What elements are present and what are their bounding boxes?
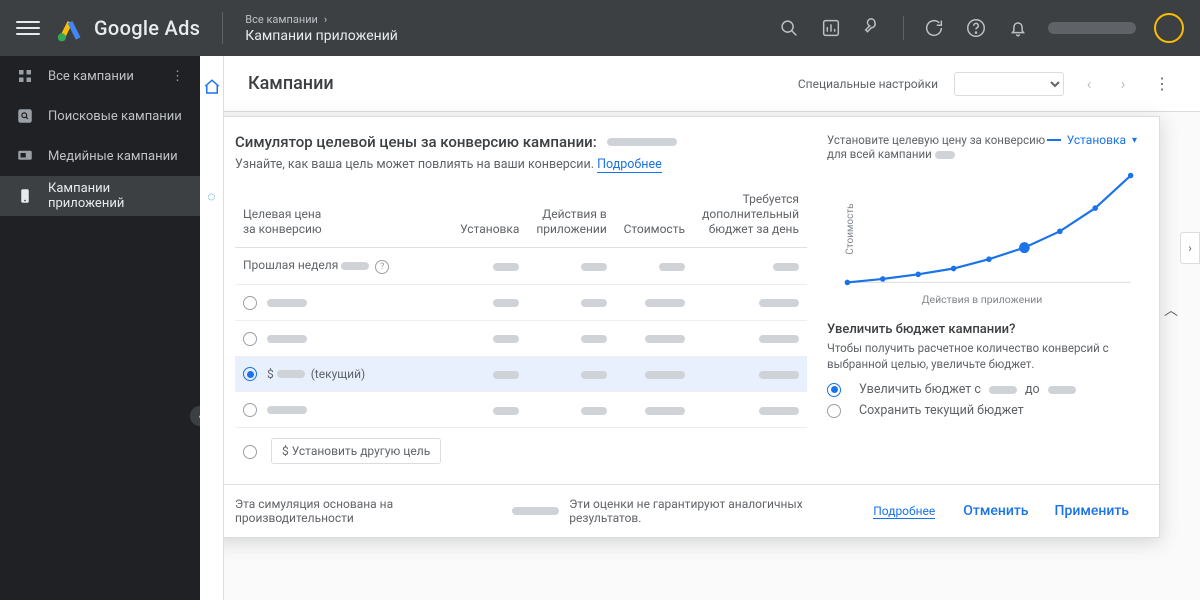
breadcrumb-all[interactable]: Все кампании [245, 13, 318, 26]
table-row-custom[interactable]: $ Установить другую цель [235, 428, 807, 475]
footer-text-1: Эта симуляция основана на производительн… [235, 497, 502, 525]
budget-option-increase[interactable]: Увеличить бюджет с до [827, 382, 1137, 397]
table-row[interactable] [235, 392, 807, 428]
home-icon[interactable] [203, 78, 221, 100]
chevron-down-icon: ▾ [1132, 135, 1137, 146]
table-row[interactable] [235, 285, 807, 321]
budget-question: Увеличить бюджет кампании? [827, 322, 1137, 337]
prev-button[interactable]: ‹ [1080, 75, 1098, 93]
grid-icon [16, 67, 34, 85]
sidebar-item-app[interactable]: Кампании приложений [0, 176, 200, 216]
dialog-subtitle: Узнайте, как ваша цель может повлиять на… [235, 157, 807, 172]
radio[interactable] [243, 296, 257, 310]
more-icon[interactable]: ⋮ [171, 69, 184, 84]
brand: Google Ads [94, 16, 200, 40]
radio[interactable] [243, 367, 257, 381]
simulator-table: Целевая ценаза конверсию Установка Дейст… [235, 186, 807, 474]
chevron-right-icon: › [324, 13, 327, 26]
subnav-strip: ◌ [200, 56, 224, 600]
radio[interactable] [827, 404, 841, 418]
chart-title: Установите целевую цену за конверсию для… [827, 133, 1047, 161]
set-other-button[interactable]: $ Установить другую цель [271, 438, 441, 464]
footer-learn-more[interactable]: Подробнее [873, 504, 935, 519]
chart: Стоимость [841, 169, 1137, 289]
learn-more-link[interactable]: Подробнее [597, 157, 662, 173]
breadcrumb[interactable]: Все кампании › Кампании приложений [245, 13, 398, 44]
col-install: Установка [451, 186, 527, 248]
menu-button[interactable] [16, 16, 40, 40]
more-menu[interactable]: ⋮ [1148, 74, 1176, 93]
top-bar: Google Ads Все кампании › Кампании прилож… [0, 0, 1200, 56]
cancel-button[interactable]: Отменить [955, 499, 1036, 523]
search-icon[interactable] [777, 16, 801, 40]
footer-text-2: Эти оценки не гарантируют аналогичных ре… [569, 497, 863, 525]
table-row[interactable] [235, 320, 807, 356]
search-square-icon [16, 107, 34, 125]
page-header: Кампании Специальные настройки ‹ › ⋮ [224, 56, 1200, 112]
notifications-icon[interactable] [1006, 16, 1030, 40]
expand-panel-button[interactable]: › [1180, 232, 1200, 264]
special-select[interactable] [954, 72, 1064, 96]
sidebar: Все кампании ⋮ Поисковые кампании Медийн… [0, 56, 200, 600]
simulator-dialog: Симулятор целевой цены за конверсию камп… [212, 116, 1160, 538]
avatar[interactable] [1154, 13, 1184, 43]
col-inapp: Действия вприложении [527, 186, 614, 248]
divider [903, 16, 904, 40]
budget-help: Чтобы получить расчетное количество конв… [827, 341, 1137, 372]
table-row-past: Прошлая неделя ? [235, 248, 807, 285]
page-title: Кампании [248, 73, 334, 94]
sidebar-item-search[interactable]: Поисковые кампании [0, 96, 200, 136]
special-label: Специальные настройки [798, 77, 938, 91]
col-target: Целевая ценаза конверсию [235, 186, 451, 248]
sidebar-item-display[interactable]: Медийные кампании [0, 136, 200, 176]
account-name[interactable] [1048, 22, 1136, 34]
dialog-footer: Эта симуляция основана на производительн… [213, 484, 1159, 537]
radio[interactable] [827, 383, 841, 397]
divider [222, 12, 223, 44]
table-row-current[interactable]: $ (tекущий) [235, 356, 807, 392]
subnav-indicator: ◌ [207, 188, 215, 205]
chart-xlabel: Действия в приложении [827, 293, 1137, 306]
refresh-icon[interactable] [922, 16, 946, 40]
help-icon[interactable] [964, 16, 988, 40]
col-cost: Стоимость [615, 186, 693, 248]
breadcrumb-current: Кампании приложений [245, 28, 398, 44]
tools-icon[interactable] [861, 16, 885, 40]
chart-legend[interactable]: Установка ▾ [1047, 133, 1137, 147]
radio[interactable] [243, 445, 257, 459]
app-icon [16, 187, 34, 205]
col-budget: Требуетсядополнительныйбюджет за день [693, 186, 807, 248]
sidebar-item-label: Кампании приложений [48, 181, 184, 211]
reports-icon[interactable] [819, 16, 843, 40]
radio[interactable] [243, 403, 257, 417]
radio[interactable] [243, 332, 257, 346]
chart-ylabel: Стоимость [845, 203, 856, 254]
display-icon [16, 147, 34, 165]
budget-option-keep[interactable]: Сохранить текущий бюджет [827, 403, 1137, 418]
dialog-title: Симулятор целевой цены за конверсию камп… [235, 133, 807, 151]
sidebar-item-label: Все кампании [48, 69, 134, 84]
sidebar-item-all[interactable]: Все кампании ⋮ [0, 56, 200, 96]
google-ads-logo [56, 14, 84, 42]
collapse-icon[interactable]: ︿ [1164, 300, 1178, 320]
next-button[interactable]: › [1114, 75, 1132, 93]
sidebar-item-label: Поисковые кампании [48, 109, 182, 124]
sidebar-item-label: Медийные кампании [48, 149, 178, 164]
help-icon[interactable]: ? [375, 260, 389, 274]
apply-button[interactable]: Применить [1047, 499, 1137, 523]
